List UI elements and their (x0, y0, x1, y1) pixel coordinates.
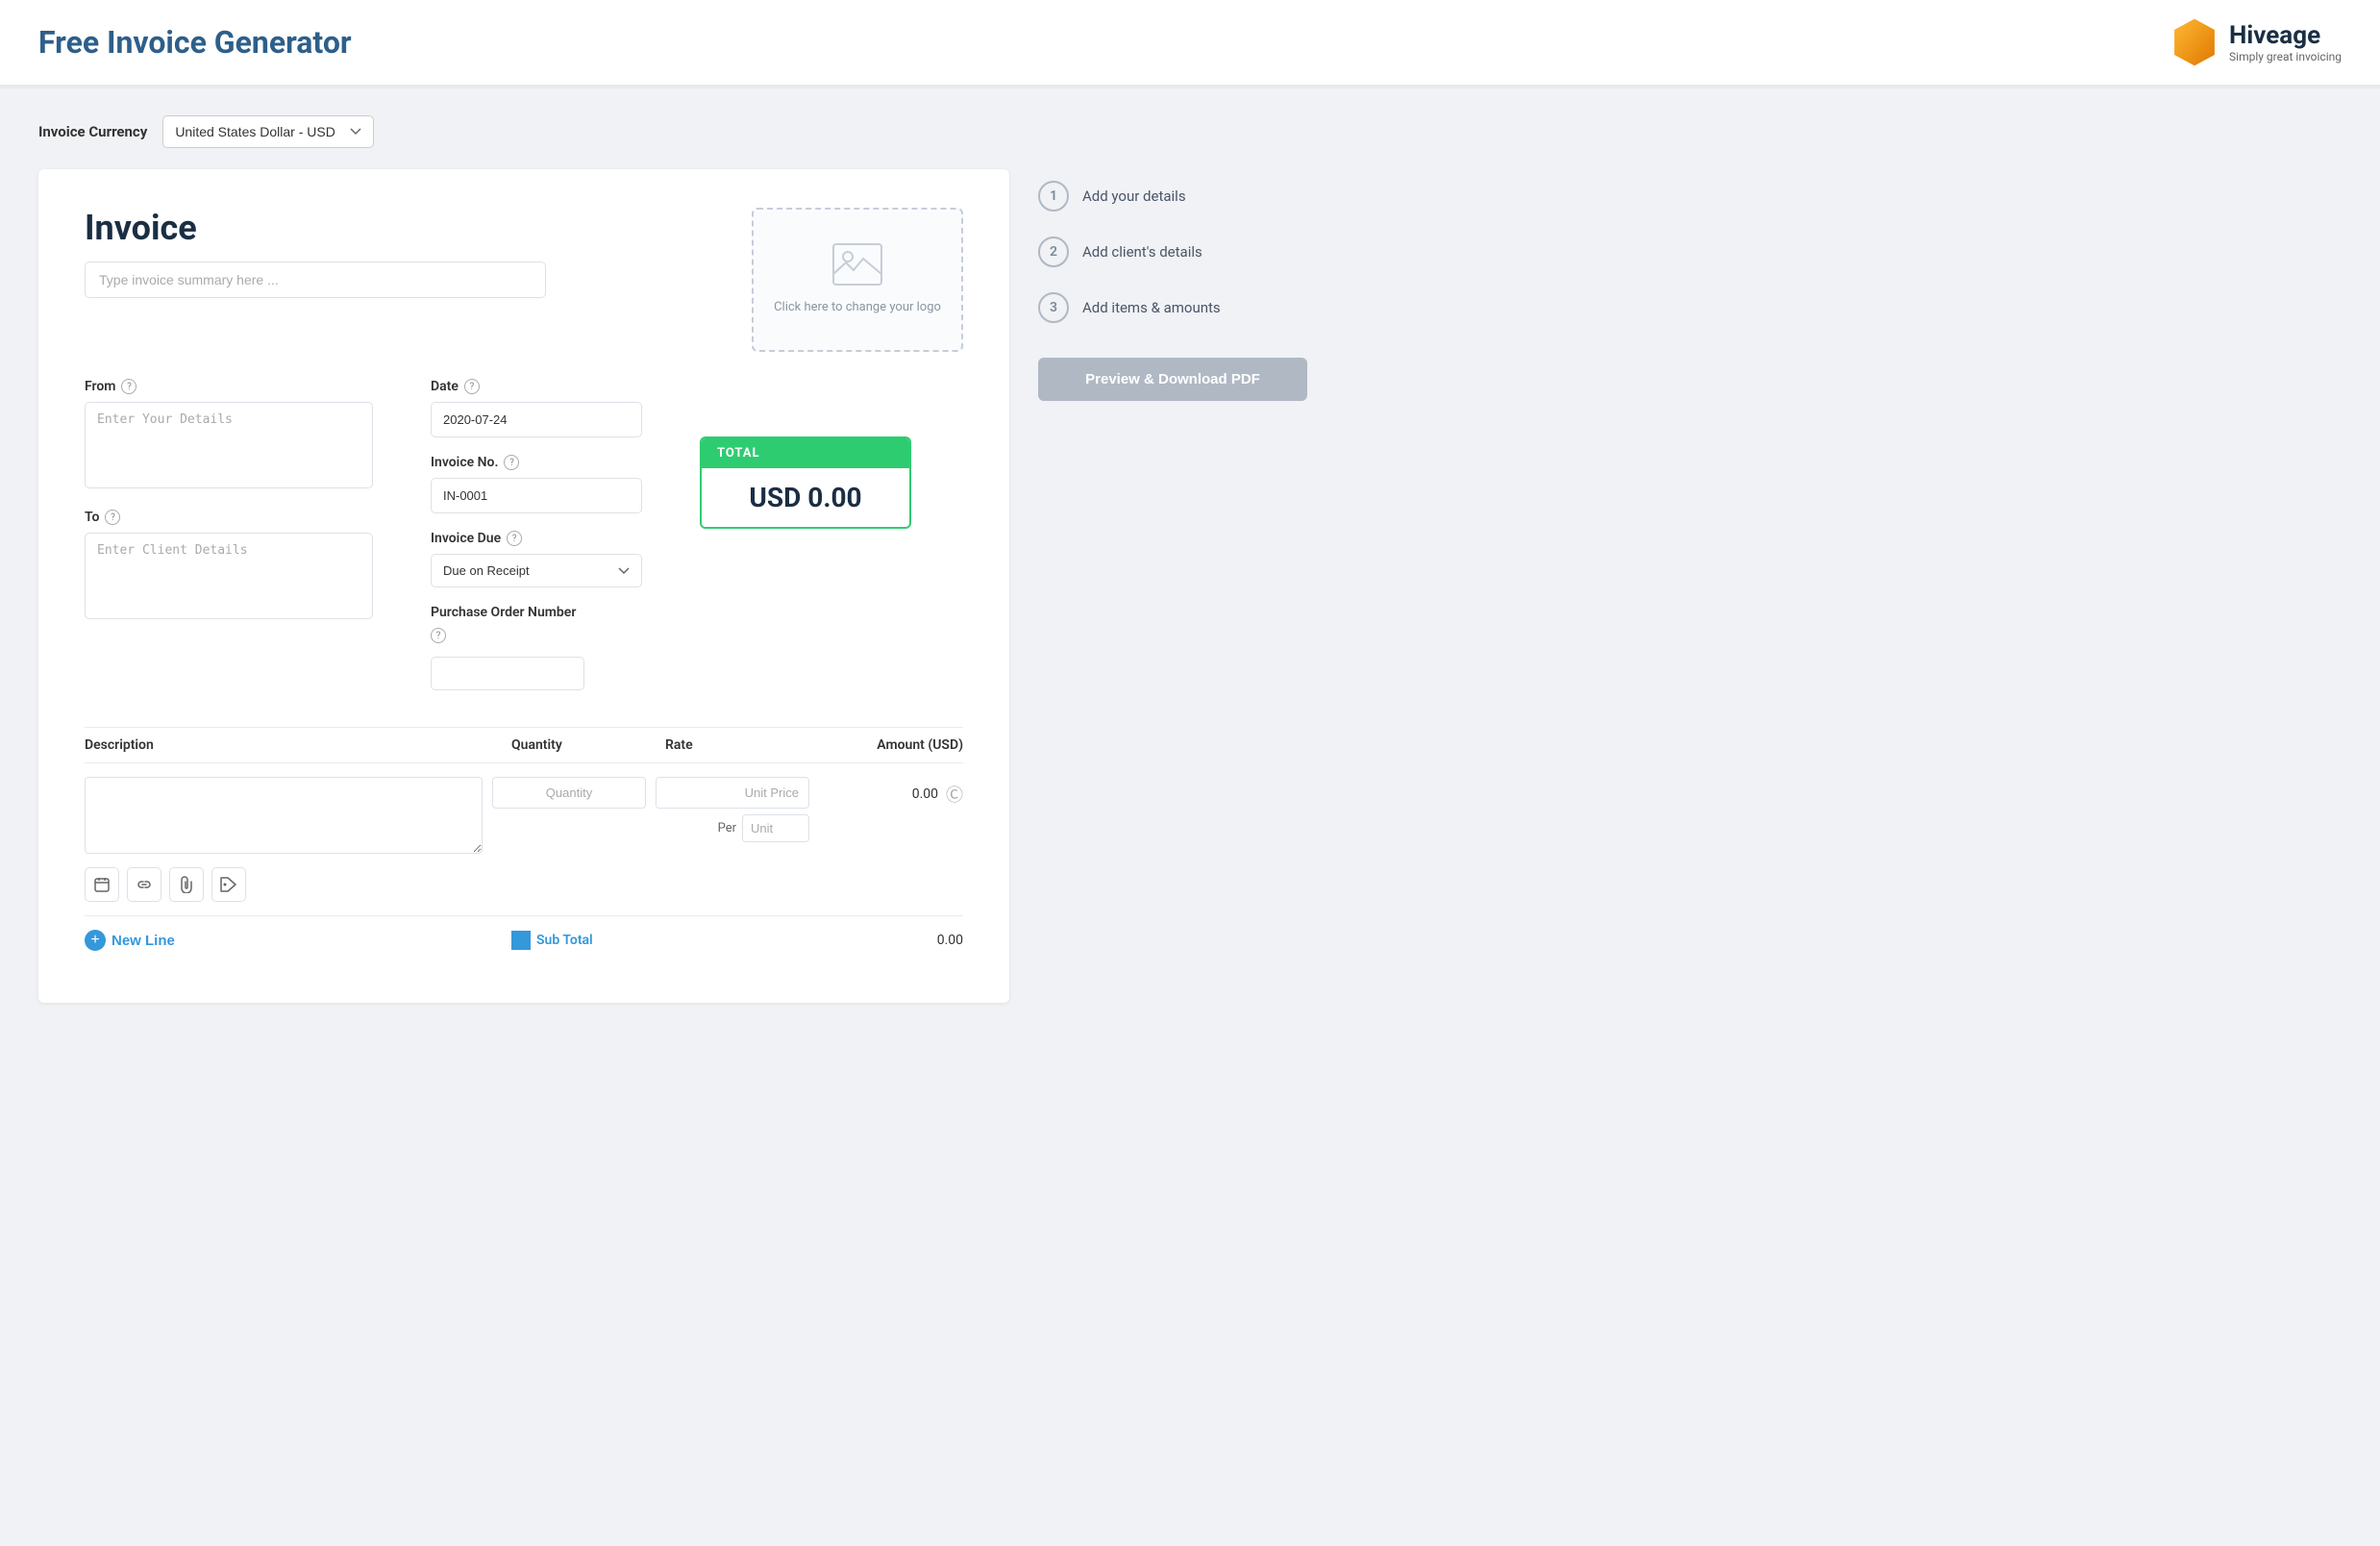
calendar-btn[interactable] (85, 867, 119, 902)
step-1-num: 1 (1038, 181, 1069, 212)
hiveage-hex-icon (2169, 17, 2219, 67)
line-item-row: Per 0.00 Ⓒ (85, 762, 963, 915)
line-item-description[interactable] (85, 777, 483, 854)
plus-circle-icon: + (85, 930, 106, 951)
currency-label: Invoice Currency (38, 123, 147, 140)
line-item-amount: 0.00 (912, 786, 938, 802)
from-help-icon[interactable]: ? (121, 379, 136, 394)
step-3-label: Add items & amounts (1082, 299, 1221, 316)
total-header: TOTAL (702, 438, 909, 468)
invoice-header-row: Invoice Click here to change your logo (85, 208, 963, 352)
quantity-input[interactable] (492, 777, 646, 809)
invoice-title: Invoice (85, 208, 713, 248)
date-help-icon[interactable]: ? (464, 379, 480, 394)
invoice-no-label: Invoice No. ? (431, 455, 642, 470)
date-field: Date ? 2020-07-24 (431, 379, 642, 437)
line-item-grid: Per 0.00 Ⓒ (85, 777, 963, 902)
line-item-amount-col: 0.00 Ⓒ (819, 777, 963, 804)
total-amount: USD 0.00 (702, 468, 909, 527)
from-textarea[interactable] (85, 402, 373, 488)
invoice-due-label: Invoice Due ? (431, 531, 642, 546)
subtotal-label: Sub Total (536, 933, 593, 948)
unit-input[interactable] (742, 814, 809, 842)
step-2-num: 2 (1038, 237, 1069, 267)
step-1-label: Add your details (1082, 187, 1186, 205)
item-toolbar (85, 867, 483, 902)
new-line-button[interactable]: + New Line (85, 930, 175, 951)
currency-row: Invoice Currency United States Dollar - … (38, 115, 1009, 148)
logo-upload-area[interactable]: Click here to change your logo (752, 208, 963, 352)
remove-line-item-btn[interactable]: Ⓒ (946, 786, 963, 804)
logo-text-group: Hiveage Simply great invoicing (2229, 21, 2342, 63)
po-input[interactable] (431, 657, 584, 690)
from-label: From ? (85, 379, 373, 394)
po-field: Purchase Order Number ? (431, 605, 642, 690)
subtotal-amount: 0.00 (819, 933, 963, 948)
invoice-card: Invoice Click here to change your logo (38, 169, 1009, 1003)
sidebar: 1 Add your details 2 Add client's detail… (1038, 115, 1307, 1003)
step-3-num: 3 (1038, 292, 1069, 323)
to-help-icon[interactable]: ? (105, 510, 120, 525)
total-area: TOTAL USD 0.00 (700, 379, 911, 708)
invoice-no-field: Invoice No. ? IN-0001 (431, 455, 642, 513)
date-label: Date ? (431, 379, 642, 394)
line-item-quantity-col (492, 777, 646, 809)
invoice-left-header: Invoice (85, 208, 713, 298)
invoice-due-select[interactable]: Due on Receipt Net 15 Net 30 Net 60 Cust… (431, 554, 642, 587)
tag-btn[interactable] (211, 867, 246, 902)
invoice-no-input[interactable]: IN-0001 (431, 478, 642, 513)
brand-logo: Hiveage Simply great invoicing (2169, 17, 2342, 67)
logo-tagline: Simply great invoicing (2229, 50, 2342, 63)
image-placeholder-icon (832, 243, 882, 289)
sidebar-step-2: 2 Add client's details (1038, 237, 1307, 267)
invoice-no-help-icon[interactable]: ? (504, 455, 519, 470)
invoice-due-field: Invoice Due ? Due on Receipt Net 15 Net … (431, 531, 642, 587)
new-line-label: New Line (112, 933, 175, 949)
total-box: TOTAL USD 0.00 (700, 436, 911, 529)
sidebar-step-1: 1 Add your details (1038, 181, 1307, 212)
main-container: Invoice Currency United States Dollar - … (0, 88, 1346, 1030)
currency-select[interactable]: United States Dollar - USD Euro - EUR Br… (162, 115, 374, 148)
col-description-header: Description (85, 737, 511, 753)
col-amount-header: Amount (USD) (819, 737, 963, 753)
to-label: To ? (85, 510, 373, 525)
line-item-rate-col: Per (656, 777, 809, 842)
items-table-header: Description Quantity Rate Amount (USD) (85, 727, 963, 762)
logo-upload-text: Click here to change your logo (764, 299, 951, 316)
invoice-due-help-icon[interactable]: ? (507, 531, 522, 546)
date-input[interactable]: 2020-07-24 (431, 402, 642, 437)
per-label: Per (718, 821, 736, 835)
to-textarea[interactable] (85, 533, 373, 619)
unit-price-input[interactable] (656, 777, 809, 809)
attachment-btn[interactable] (169, 867, 204, 902)
per-unit-row: Per (656, 814, 809, 842)
preview-download-btn[interactable]: Preview & Download PDF (1038, 358, 1307, 401)
footer-row: + New Line + Sub Total 0.00 (85, 915, 963, 964)
logo-brand: Hiveage (2229, 21, 2342, 50)
from-field: From ? (85, 379, 373, 492)
po-help-icon[interactable]: ? (431, 628, 446, 643)
line-item-description-col (85, 777, 483, 902)
col-rate-header: Rate (665, 737, 819, 753)
to-field: To ? (85, 510, 373, 623)
subtotal-label-area: + Sub Total (511, 931, 819, 950)
app-title: Free Invoice Generator (38, 24, 352, 61)
new-line-area: + New Line (85, 930, 511, 951)
po-label: Purchase Order Number (431, 605, 642, 620)
top-header: Free Invoice Generator Hiveage Simply gr… (0, 0, 2380, 87)
col-quantity-header: Quantity (511, 737, 665, 753)
subtotal-plus-icon: + (511, 931, 531, 950)
invoice-summary-input[interactable] (85, 262, 546, 298)
step-2-label: Add client's details (1082, 243, 1202, 261)
link-btn[interactable] (127, 867, 161, 902)
content-area: Invoice Currency United States Dollar - … (38, 115, 1009, 1003)
sidebar-step-3: 3 Add items & amounts (1038, 292, 1307, 323)
